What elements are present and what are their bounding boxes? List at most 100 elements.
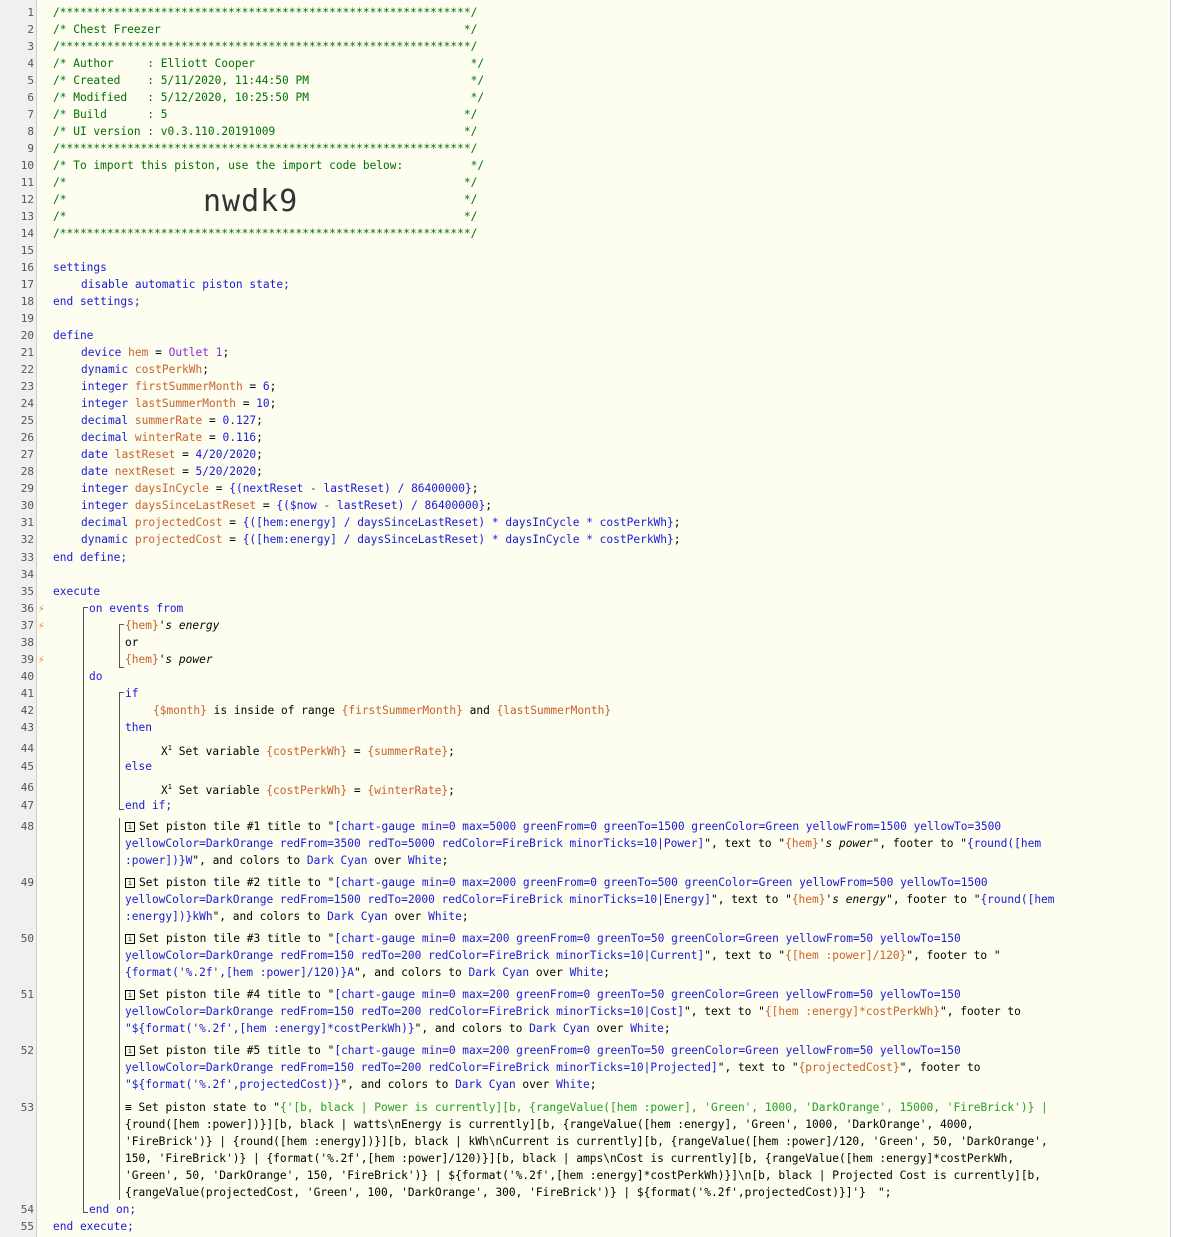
set-piston-tile-2[interactable]: i Set piston tile #2 title to "[chart-gau… xyxy=(125,874,988,891)
end-define-keyword[interactable]: end define; xyxy=(53,549,127,566)
variable-declaration[interactable]: date lastReset = 4/20/2020; xyxy=(81,446,263,463)
variable-declaration[interactable]: integer daysInCycle = {(nextReset - last… xyxy=(81,480,478,497)
line-number: 46 xyxy=(20,781,34,794)
line-number: 37 xyxy=(20,619,34,632)
line-number: 30 xyxy=(20,499,34,512)
set-piston-tile-5[interactable]: i Set piston tile #5 title to "[chart-gau… xyxy=(125,1042,961,1059)
line-number: 34 xyxy=(20,568,34,581)
event-energy[interactable]: {hem}'s energy xyxy=(125,617,219,634)
line-number: 12 xyxy=(20,193,34,206)
condition-and: and xyxy=(462,704,497,717)
set-variable-target: {costPerkWh} xyxy=(266,745,348,758)
end-if-keyword[interactable]: end if; xyxy=(125,797,172,814)
end-execute-keyword[interactable]: end execute; xyxy=(53,1218,134,1235)
line-number: 14 xyxy=(20,227,34,240)
line-number: 17 xyxy=(20,278,34,291)
variable-declaration[interactable]: integer lastSummerMonth = 10; xyxy=(81,395,276,412)
set-variable-eq: = xyxy=(347,784,368,797)
tile-line: yellowColor=DarkOrange redFrom=3500 redT… xyxy=(125,837,1042,850)
variable-name: daysInCycle xyxy=(134,482,209,495)
variable-name: winterRate xyxy=(134,431,203,444)
variable-declaration[interactable]: integer daysSinceLastReset = {($now - la… xyxy=(81,497,492,514)
end-settings-keyword[interactable]: end settings; xyxy=(53,293,141,310)
if-keyword[interactable]: if xyxy=(125,685,138,702)
settings-keyword[interactable]: settings xyxy=(53,259,107,276)
variable-type: integer xyxy=(81,482,129,495)
define-keyword[interactable]: define xyxy=(53,327,93,344)
set-variable-eq: = xyxy=(347,745,368,758)
set-variable-value: {winterRate} xyxy=(367,784,449,797)
set-piston-tile-4[interactable]: i Set piston tile #4 title to "[chart-gau… xyxy=(125,986,961,1003)
line-number: 38 xyxy=(20,636,34,649)
line-number: 43 xyxy=(20,721,34,734)
variable-end: ; xyxy=(673,516,681,529)
variable-value: Outlet 1 xyxy=(168,346,223,359)
set-variable-winter[interactable]: X1 Set variable {costPerkWh} = {winterRa… xyxy=(161,779,455,799)
variable-eq: = xyxy=(222,516,243,529)
variable-declaration[interactable]: decimal summerRate = 0.127; xyxy=(81,412,263,429)
event-power[interactable]: {hem}'s power xyxy=(125,651,213,668)
tile-icon: i xyxy=(125,822,135,832)
variable-declaration[interactable]: decimal projectedCost = {([hem:energy] /… xyxy=(81,514,681,531)
tile-line: yellowColor=DarkOrange redFrom=150 redTo… xyxy=(125,1061,981,1074)
line-number: 16 xyxy=(20,261,34,274)
line-number: 41 xyxy=(20,687,34,700)
line-number: 24 xyxy=(20,397,34,410)
variable-declaration[interactable]: date nextReset = 5/20/2020; xyxy=(81,463,263,480)
line-number: 55 xyxy=(20,1220,34,1233)
set-piston-tile-3[interactable]: i Set piston tile #3 title to "[chart-gau… xyxy=(125,930,961,947)
else-keyword[interactable]: else xyxy=(125,758,152,775)
variable-name: projectedCost xyxy=(134,533,223,546)
variable-end: ; xyxy=(269,397,277,410)
variable-declaration[interactable]: integer firstSummerMonth = 6; xyxy=(81,378,276,395)
on-events-keyword[interactable]: on events from xyxy=(89,600,183,617)
tile-prefix: Set piston tile #1 title to " xyxy=(139,820,335,833)
line-number: 33 xyxy=(20,551,34,564)
end-on-keyword[interactable]: end on; xyxy=(89,1201,136,1218)
settings-statement[interactable]: disable automatic piston state; xyxy=(81,276,290,293)
header-modified: /* Modified : 5/12/2020, 10:25:50 PM */ xyxy=(53,91,485,104)
header-title: /* Chest Freezer */ xyxy=(53,23,478,36)
on-events-bracket xyxy=(83,607,88,1213)
variable-declaration[interactable]: dynamic costPerkWh; xyxy=(81,361,209,378)
line-number: 31 xyxy=(20,516,34,529)
line-number: 26 xyxy=(20,431,34,444)
set-piston-tile-1[interactable]: i Set piston tile #1 title to "[chart-gau… xyxy=(125,818,1001,835)
variable-value: {([hem:energy] / daysSinceLastReset) * d… xyxy=(242,533,674,546)
variable-name: projectedCost xyxy=(134,516,223,529)
set-piston-state[interactable]: ≡ Set piston state to "{'[b, black | Pow… xyxy=(125,1099,1048,1116)
statement-bar xyxy=(119,818,120,1200)
variable-declaration[interactable]: dynamic projectedCost = {([hem:energy] /… xyxy=(81,531,681,548)
trigger-bolt-icon: ⚡ xyxy=(38,653,45,666)
state-icon: ≡ xyxy=(125,1101,132,1114)
line-number: 28 xyxy=(20,465,34,478)
variable-eq: = xyxy=(209,482,230,495)
tile-line: yellowColor=DarkOrange redFrom=150 redTo… xyxy=(125,1005,1021,1018)
tile-line: yellowColor=DarkOrange redFrom=1500 redT… xyxy=(125,893,1055,906)
if-condition[interactable]: {$month} is inside of range {firstSummer… xyxy=(153,702,611,719)
variable-end: ; xyxy=(256,414,263,427)
line-number: 51 xyxy=(20,988,34,1001)
if-bracket xyxy=(119,692,124,810)
code-editor[interactable]: 1 2 3 4 5 6 7 8 9 10 11 12 13 14 15 16 17 18 19 20 21 22 23 24 2… xyxy=(0,0,1171,1237)
set-variable-label: Set variable xyxy=(178,784,267,797)
set-variable-summer[interactable]: X1 Set variable {costPerkWh} = {summerRa… xyxy=(161,740,455,760)
variable-name: firstSummerMonth xyxy=(134,380,243,393)
do-keyword[interactable]: do xyxy=(89,668,102,685)
variable-name: lastReset xyxy=(114,448,176,461)
execute-keyword[interactable]: execute xyxy=(53,583,100,600)
line-number: 27 xyxy=(20,448,34,461)
variable-declaration[interactable]: device hem = Outlet 1; xyxy=(81,344,229,361)
import-code[interactable]: nwdk9 xyxy=(203,185,298,219)
variable-type: decimal xyxy=(81,431,129,444)
then-keyword[interactable]: then xyxy=(125,719,152,736)
variable-type: integer xyxy=(81,397,129,410)
variable-declaration[interactable]: decimal winterRate = 0.116; xyxy=(81,429,263,446)
variable-end: ; xyxy=(202,363,210,376)
event-attribute: 's power xyxy=(158,653,213,666)
tile-line: yellowColor=DarkOrange redFrom=150 redTo… xyxy=(125,949,1001,962)
trigger-bolt-icon: ⚡ xyxy=(38,619,45,632)
header-border: /***************************************… xyxy=(53,227,478,240)
trigger-branch-icon: ⚡ xyxy=(38,602,45,615)
code-area[interactable]: /***************************************… xyxy=(37,0,1169,1237)
